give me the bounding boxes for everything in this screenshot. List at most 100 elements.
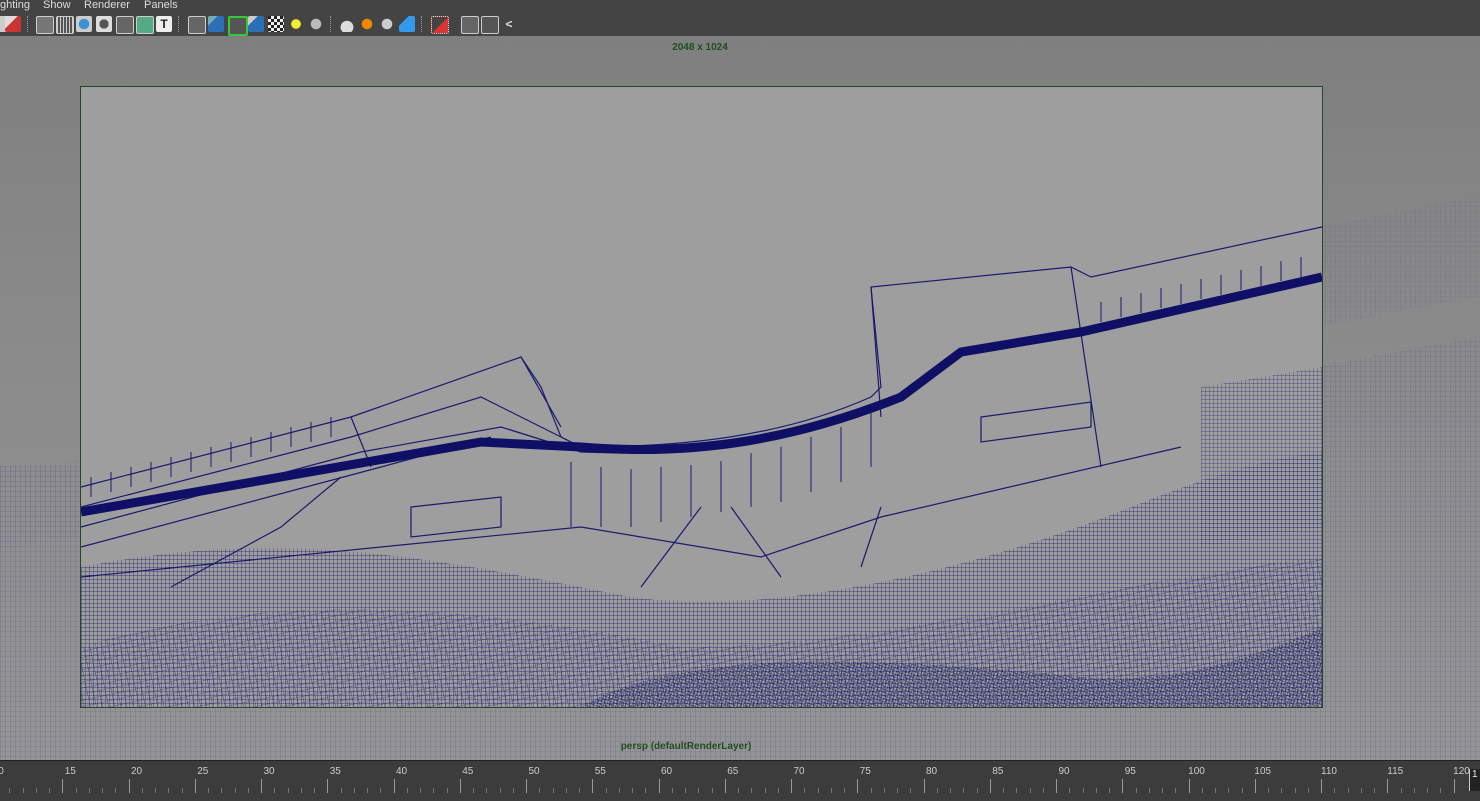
- timeline-minor-tick: [1374, 788, 1375, 793]
- timeline-major-tick: [592, 779, 594, 793]
- timeline-minor-tick: [738, 788, 739, 793]
- toolbar-separator: [421, 16, 424, 32]
- timeline-minor-tick: [1334, 788, 1336, 793]
- timeline-minor-tick: [632, 788, 633, 793]
- sphere-icon[interactable]: [308, 16, 324, 32]
- timeline-minor-tick: [1042, 788, 1044, 793]
- timeline-tick-label: 60: [660, 766, 673, 777]
- shaded-icon[interactable]: [76, 16, 92, 32]
- timeline-minor-tick: [1268, 788, 1269, 793]
- timeline-minor-tick: [1069, 788, 1071, 793]
- timeline-minor-tick: [1016, 788, 1018, 793]
- share-icon[interactable]: <: [501, 16, 517, 32]
- timeline-minor-tick: [380, 788, 382, 793]
- wireframe-icon[interactable]: [36, 16, 54, 34]
- ambient-occlusion-icon[interactable]: [339, 16, 355, 32]
- timeline-minor-tick: [1440, 788, 1442, 793]
- timeline-major-tick: [857, 779, 859, 793]
- timeline-minor-tick: [883, 788, 885, 793]
- timeline-minor-tick: [1307, 788, 1309, 793]
- timeline-minor-tick: [711, 788, 713, 793]
- timeline-minor-tick: [367, 788, 368, 793]
- timeline-major-tick: [791, 779, 792, 793]
- text-icon[interactable]: T: [156, 16, 172, 32]
- timeline-minor-tick: [168, 788, 170, 793]
- timeline-minor-tick: [314, 788, 315, 793]
- toolbar-separator: [178, 16, 181, 32]
- timeline-minor-tick: [22, 788, 24, 793]
- film-gate-icon[interactable]: [481, 16, 499, 34]
- menu-panels[interactable]: Panels: [144, 0, 178, 11]
- timeline-minor-tick: [49, 788, 50, 793]
- timeline-minor-tick: [247, 788, 249, 793]
- grid-icon[interactable]: [56, 16, 74, 34]
- cube-shaded-icon[interactable]: [208, 16, 224, 32]
- resolution-gate-icon[interactable]: [461, 16, 479, 34]
- cube-box-icon[interactable]: [248, 16, 264, 32]
- timeline-minor-tick: [1241, 788, 1243, 793]
- pencil-icon[interactable]: [5, 16, 21, 32]
- timeline-minor-tick: [910, 788, 912, 793]
- timeline-major-tick: [989, 779, 991, 793]
- antialias-icon[interactable]: [379, 16, 395, 32]
- timeline-minor-tick: [685, 788, 686, 793]
- timeline-tick-label: 120: [1453, 766, 1470, 777]
- timeline-minor-tick: [433, 788, 435, 793]
- timeline-minor-tick: [141, 788, 143, 793]
- timeline-minor-tick: [1029, 788, 1031, 793]
- timeline-minor-tick: [473, 788, 474, 793]
- timeline-tick-label: 70: [793, 766, 805, 777]
- timeline-major-tick: [724, 779, 726, 793]
- timeline-minor-tick: [605, 788, 607, 793]
- menu-renderer[interactable]: Renderer: [84, 0, 130, 11]
- xray-icon[interactable]: [96, 16, 112, 32]
- smooth-icon[interactable]: [136, 16, 154, 34]
- timeline-tick-label: 75: [859, 766, 871, 777]
- time-slider[interactable]: 0 15 20 25 30 35 40 45 50 55 60 65 70 75 80 85 90 95 100 10…: [0, 760, 1480, 801]
- menu-lighting[interactable]: ghting: [0, 0, 30, 11]
- timeline-major-tick: [194, 779, 196, 793]
- camera-label: persp (defaultRenderLayer): [620, 741, 752, 752]
- motion-blur-icon[interactable]: [359, 16, 375, 32]
- timeline-tick-label: 105: [1254, 766, 1272, 777]
- isolate-icon[interactable]: [228, 16, 248, 36]
- timeline-tick-label: 20: [130, 766, 143, 777]
- timeline-minor-tick: [420, 788, 421, 793]
- timeline-minor-tick: [804, 788, 806, 793]
- timeline-major-tick: [393, 779, 395, 793]
- timeline-major-tick: [1056, 779, 1057, 793]
- timeline-tick-label: 115: [1387, 766, 1404, 777]
- timeline-minor-tick: [1082, 788, 1084, 793]
- timeline-minor-tick: [9, 788, 11, 793]
- timeline-major-tick: [62, 779, 64, 793]
- timeline-minor-tick: [1095, 788, 1097, 793]
- timeline-minor-tick: [1427, 788, 1428, 793]
- panel-toolbar: T <: [0, 12, 1480, 36]
- timeline-major-tick: [261, 779, 262, 793]
- depth-icon[interactable]: [399, 16, 415, 32]
- timeline-tick-label: 90: [1058, 766, 1070, 777]
- timeline-minor-tick: [1135, 788, 1137, 793]
- checker-icon[interactable]: [268, 16, 284, 32]
- current-frame-field[interactable]: 1: [1469, 769, 1480, 791]
- perspective-viewport[interactable]: 2048 x 1024 persp (defaultRenderLayer): [0, 36, 1480, 760]
- cube-wire-icon[interactable]: [188, 16, 206, 34]
- timeline-minor-tick: [844, 788, 845, 793]
- light-icon[interactable]: [288, 16, 304, 32]
- timeline-tick-label: 0: [0, 766, 4, 777]
- select-highlight-icon[interactable]: [431, 16, 449, 34]
- timeline-minor-tick: [645, 788, 647, 793]
- menu-show[interactable]: Show: [43, 0, 71, 11]
- timeline-minor-tick: [1201, 788, 1203, 793]
- timeline-major-tick: [459, 779, 461, 793]
- timeline-major-tick: [128, 779, 130, 793]
- timeline-major-tick: [1321, 779, 1322, 793]
- timeline-minor-tick: [830, 788, 832, 793]
- timeline-minor-tick: [1162, 788, 1163, 793]
- bounding-box-icon[interactable]: [116, 16, 134, 34]
- timeline-minor-tick: [618, 788, 620, 793]
- timeline-tick-label: 40: [395, 766, 408, 777]
- timeline-minor-tick: [1003, 788, 1004, 793]
- timeline-minor-tick: [1400, 788, 1402, 793]
- timeline-minor-tick: [102, 788, 103, 793]
